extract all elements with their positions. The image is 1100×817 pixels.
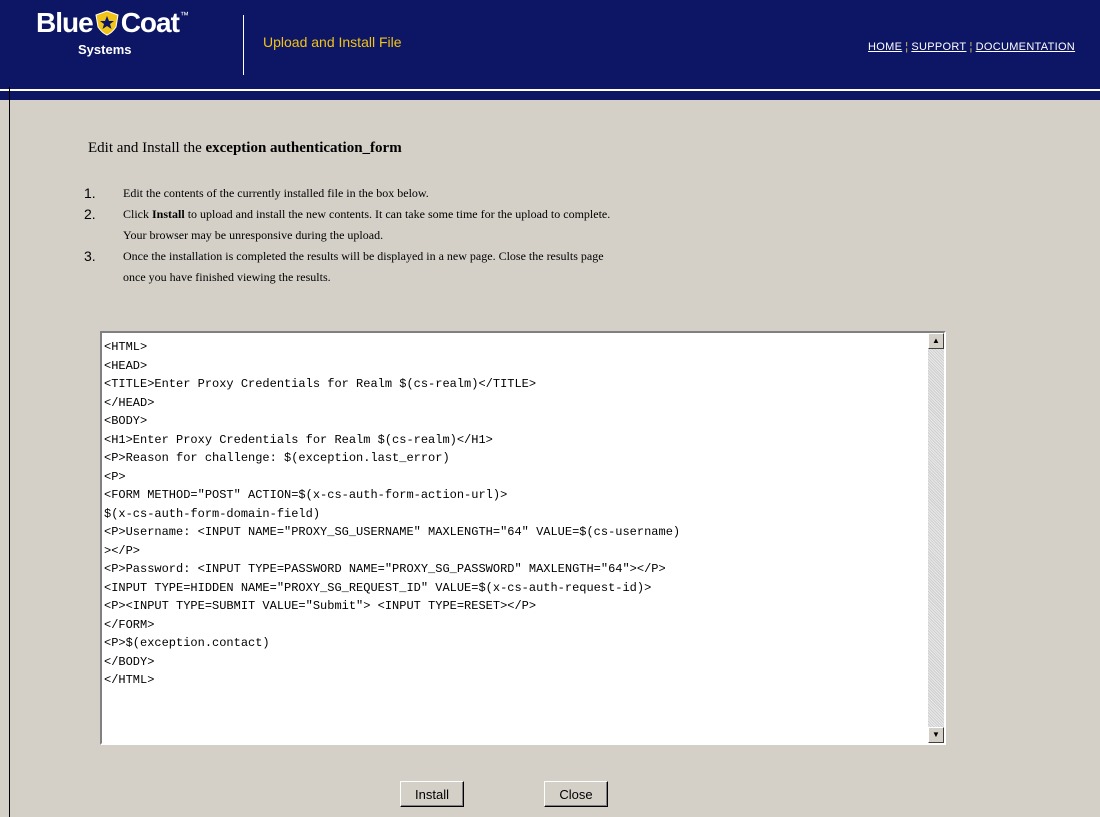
nav-home-link[interactable]: HOME [868,41,902,53]
logo-text-coat: Coat [120,7,180,38]
heading-filename: exception authentication_form [205,140,402,156]
section-heading: Edit and Install the exception authentic… [88,140,402,157]
page-title: Upload and Install File [263,34,402,50]
header-bar: Blue Coat™ Systems Upload and Install Fi… [0,0,1100,87]
nav-support-link[interactable]: SUPPORT [911,41,966,53]
step-text: Edit the contents of the currently insta… [123,186,429,200]
step-item: 1. Edit the contents of the currently in… [84,183,844,204]
install-button[interactable]: Install [400,781,464,807]
step-item: 2. Click Install to upload and install t… [84,204,844,246]
step-number: 2. [84,206,96,222]
step-text: to upload and install the new contents. … [184,207,611,221]
nav-separator: ¦ [905,41,909,53]
scroll-up-arrow-icon[interactable]: ▲ [928,333,944,349]
nav-separator: ¦ [969,41,973,53]
step-text: Once the installation is completed the r… [123,249,604,263]
trademark: ™ [179,10,189,20]
logo: Blue Coat™ Systems [36,7,226,67]
logo-text-blue: Blue [36,7,94,38]
scroll-down-arrow-icon[interactable]: ▼ [928,727,944,743]
star-badge-icon [95,10,119,36]
step-text: Your browser may be unresponsive during … [123,228,384,242]
step-item: 3. Once the installation is completed th… [84,246,844,288]
top-nav: HOME ¦ SUPPORT ¦ DOCUMENTATION [868,41,1075,53]
step-number: 1. [84,185,96,201]
header-divider [243,15,244,75]
header-stripe-line [0,89,1100,91]
file-content-editor[interactable]: <HTML> <HEAD> <TITLE>Enter Proxy Credent… [100,331,946,745]
step-text: Click [123,207,152,221]
nav-documentation-link[interactable]: DOCUMENTATION [976,41,1075,53]
file-content-text[interactable]: <HTML> <HEAD> <TITLE>Enter Proxy Credent… [104,338,924,738]
logo-subtext: Systems [78,42,132,57]
instruction-steps: 1. Edit the contents of the currently in… [84,183,844,288]
heading-prefix: Edit and Install the [88,140,202,156]
frame-edge [9,87,10,817]
step-install-keyword: Install [152,207,185,221]
close-button[interactable]: Close [544,781,608,807]
step-text: once you have finished viewing the resul… [123,270,331,284]
step-number: 3. [84,248,96,264]
vertical-scrollbar[interactable]: ▲ ▼ [928,333,944,743]
